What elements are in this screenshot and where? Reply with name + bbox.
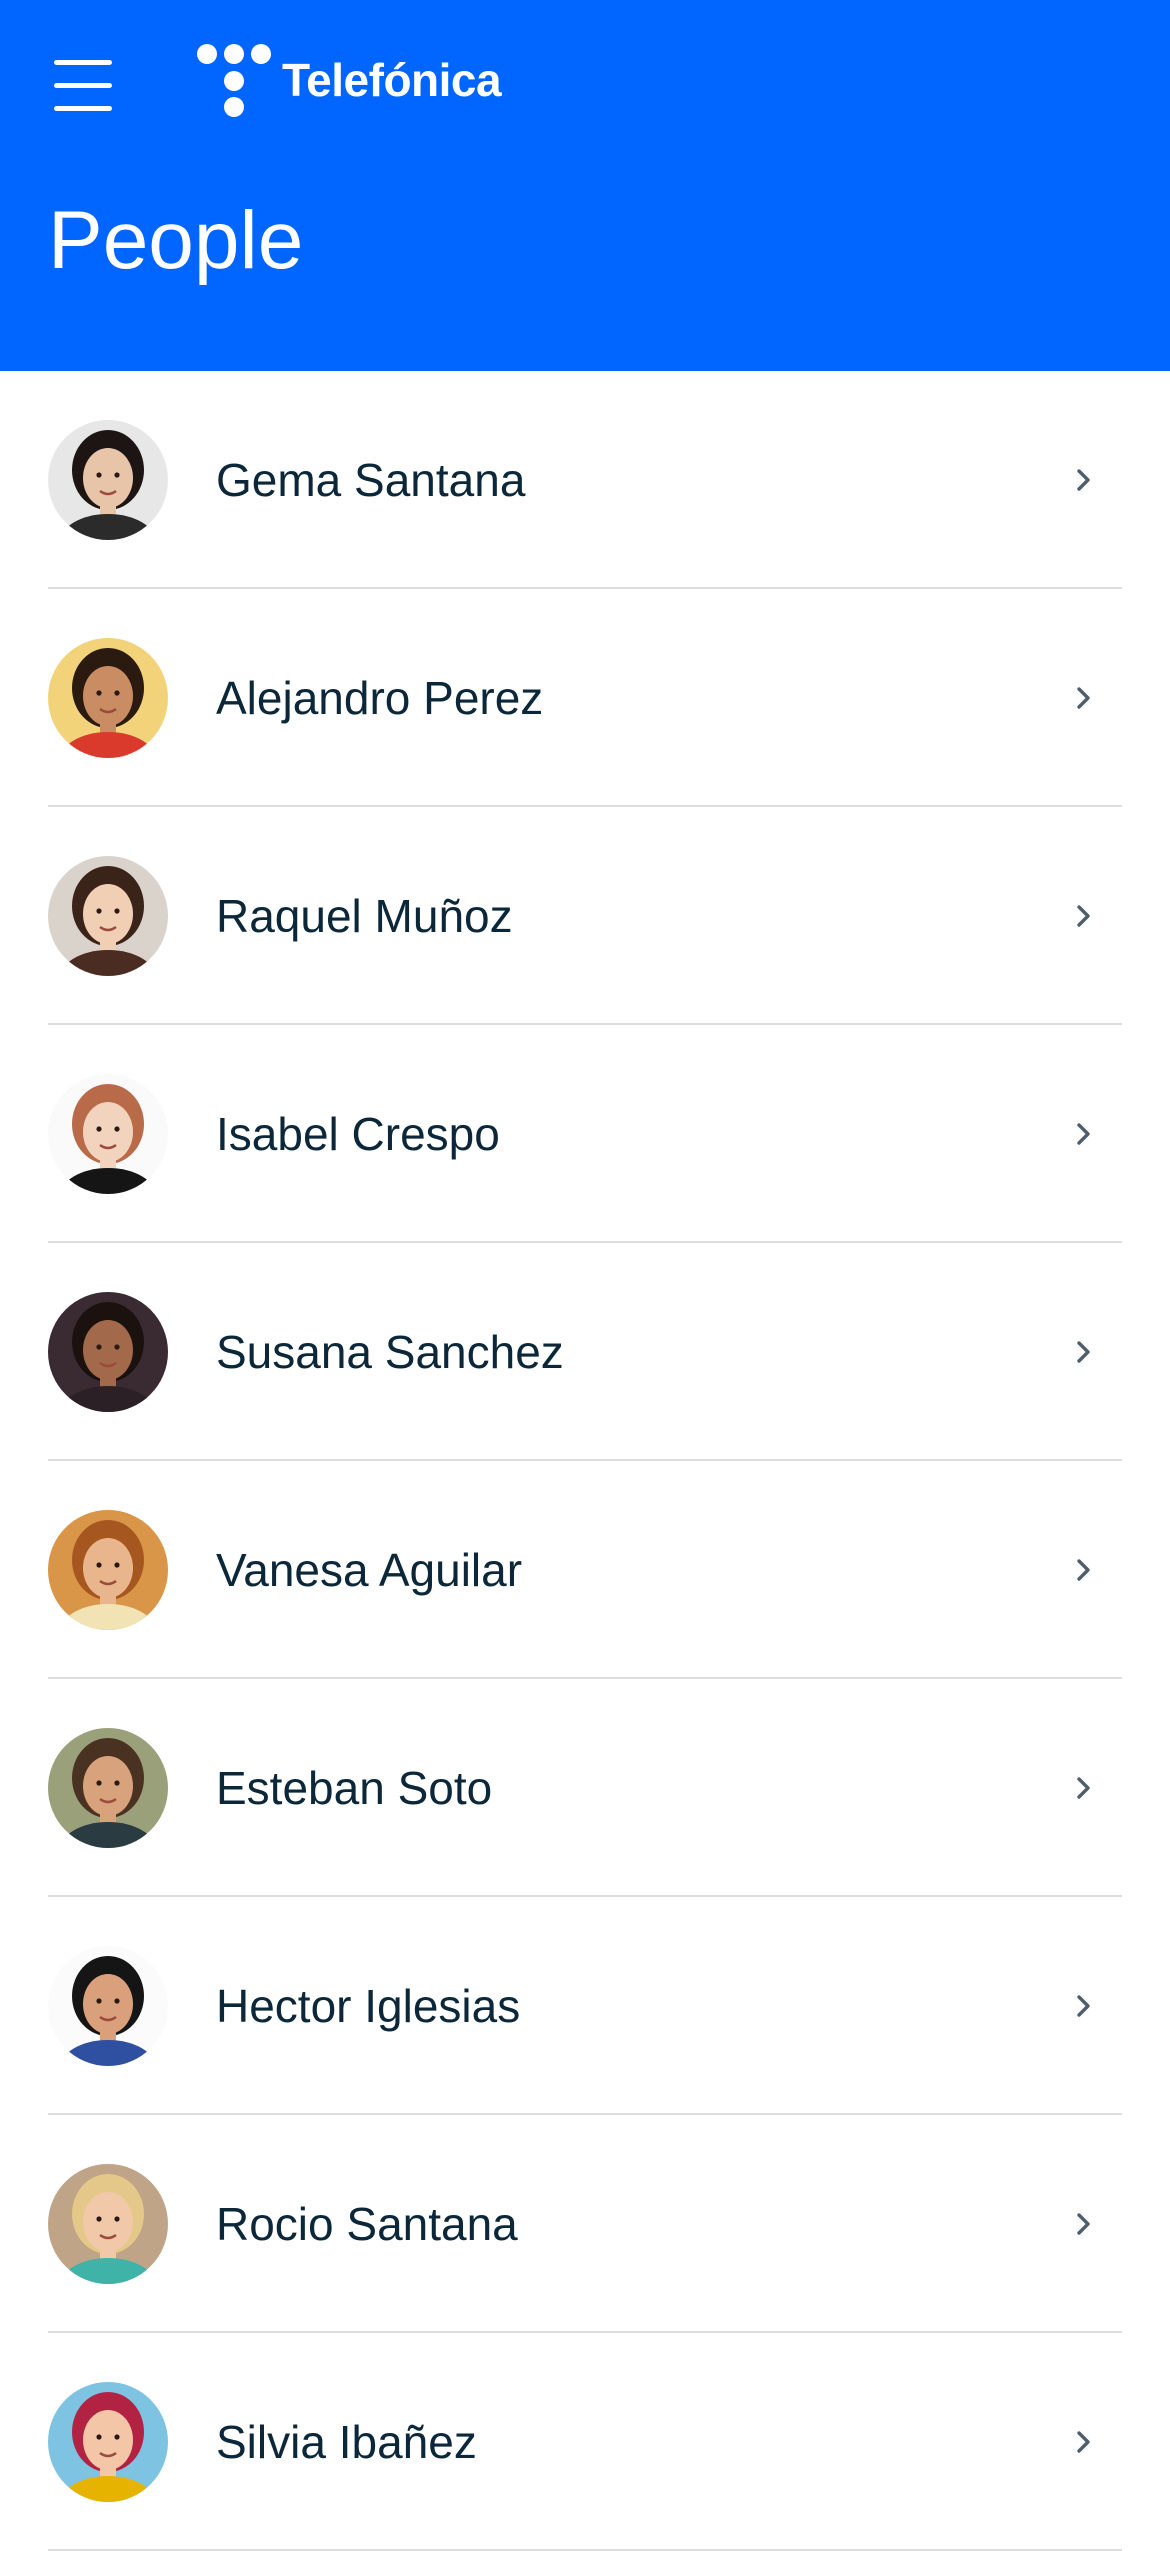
list-item[interactable]: Isabel Crespo: [0, 1025, 1170, 1243]
person-name: Esteban Soto: [216, 1762, 493, 1814]
chevron-right-icon: [1077, 1123, 1090, 1145]
chevron-right-icon: [1077, 1341, 1090, 1363]
chevron-right-icon: [1077, 2431, 1090, 2453]
list-item[interactable]: Alejandro Perez: [0, 589, 1170, 807]
chevron-right-icon: [1077, 1995, 1090, 2017]
avatar: [48, 1728, 168, 1848]
avatar: [48, 1510, 168, 1630]
people-list: Gema Santana Alejandro Perez Raquel Muñoz I…: [0, 371, 1170, 2551]
list-item[interactable]: Raquel Muñoz: [0, 807, 1170, 1025]
chevron-right-icon: [1077, 1777, 1090, 1799]
avatar: [48, 2382, 168, 2502]
avatar: [48, 420, 168, 540]
brand-name: Telefónica: [282, 54, 502, 106]
hamburger-menu-icon[interactable]: [48, 56, 120, 116]
chevron-right-icon: [1077, 469, 1090, 491]
list-item[interactable]: Gema Santana: [0, 371, 1170, 589]
person-name: Susana Sanchez: [216, 1326, 564, 1378]
list-item[interactable]: Rocio Santana: [0, 2115, 1170, 2333]
avatar: [48, 1074, 168, 1194]
telefonica-dots-logo: [197, 44, 271, 117]
chevron-right-icon: [1077, 2213, 1090, 2235]
avatar: [48, 2164, 168, 2284]
avatar: [48, 856, 168, 976]
person-name: Rocio Santana: [216, 2198, 518, 2250]
telefonica-logo: Telefónica: [196, 40, 502, 120]
avatar: [48, 1946, 168, 2066]
person-name: Silvia Ibañez: [216, 2416, 477, 2468]
avatar: [48, 1292, 168, 1412]
list-item[interactable]: Silvia Ibañez: [0, 2333, 1170, 2551]
page-title: People: [48, 195, 304, 286]
person-name: Raquel Muñoz: [216, 890, 513, 942]
chevron-right-icon: [1077, 905, 1090, 927]
person-name: Gema Santana: [216, 454, 526, 506]
person-name: Vanesa Aguilar: [216, 1544, 523, 1596]
list-item[interactable]: Vanesa Aguilar: [0, 1461, 1170, 1679]
list-item[interactable]: Hector Iglesias: [0, 1897, 1170, 2115]
chevron-right-icon: [1077, 1559, 1090, 1581]
list-item[interactable]: Esteban Soto: [0, 1679, 1170, 1897]
avatar: [48, 638, 168, 758]
list-item[interactable]: Susana Sanchez: [0, 1243, 1170, 1461]
person-name: Alejandro Perez: [216, 672, 544, 724]
person-name: Hector Iglesias: [216, 1980, 521, 2032]
chevron-right-icon: [1077, 687, 1090, 709]
person-name: Isabel Crespo: [216, 1108, 500, 1160]
app-header: Telefónica People: [0, 0, 1170, 371]
